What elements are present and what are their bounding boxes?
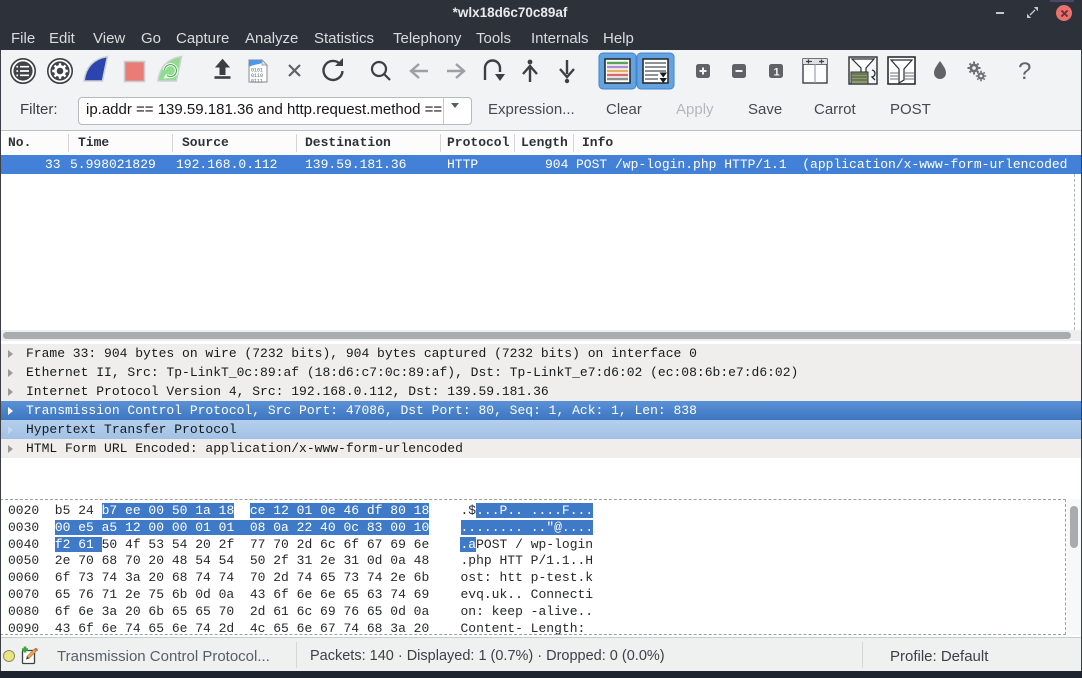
svg-text:1: 1 xyxy=(774,67,780,79)
svg-text:?: ? xyxy=(1018,58,1031,85)
svg-text:0111: 0111 xyxy=(251,79,263,85)
